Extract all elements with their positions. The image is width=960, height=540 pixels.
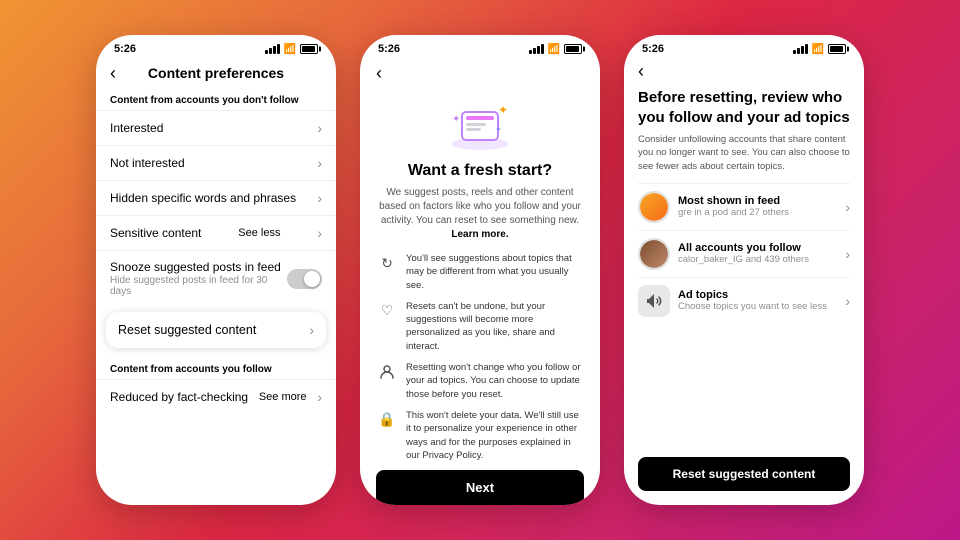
most-shown-info: Most shown in feed gre in a pod and 27 o… bbox=[678, 195, 837, 218]
heart-icon: ♡ bbox=[376, 300, 398, 322]
bullet-3: Resetting won't change who you follow or… bbox=[376, 361, 584, 401]
phone-2: 5:26 📶 ‹ ✦ ✦ ✦ Want a bbox=[360, 35, 600, 505]
back-button-3[interactable]: ‹ bbox=[638, 59, 850, 88]
row-most-shown[interactable]: Most shown in feed gre in a pod and 27 o… bbox=[638, 183, 850, 230]
back-button-2[interactable]: ‹ bbox=[376, 59, 382, 90]
fresh-start-illustration: ✦ ✦ ✦ bbox=[440, 94, 520, 154]
p2-main-title: Want a fresh start? bbox=[408, 162, 552, 180]
row-interested[interactable]: Interested › bbox=[96, 110, 336, 145]
status-icons-3: 📶 bbox=[793, 44, 846, 55]
person-icon bbox=[376, 361, 398, 383]
status-bar-3: 5:26 📶 bbox=[624, 35, 864, 59]
learn-more-link[interactable]: Learn more. bbox=[451, 229, 508, 240]
phone-1: 5:26 📶 ‹ Content preferences Content fro… bbox=[96, 35, 336, 505]
section2-title: Content from accounts you follow bbox=[96, 358, 336, 379]
row-reduced[interactable]: Reduced by fact-checking See more › bbox=[96, 379, 336, 414]
time-2: 5:26 bbox=[378, 43, 400, 55]
svg-text:✦: ✦ bbox=[498, 103, 508, 117]
svg-text:✦: ✦ bbox=[452, 114, 460, 125]
p3-main-title: Before resetting, review who you follow … bbox=[638, 88, 850, 127]
wifi-icon: 📶 bbox=[284, 44, 296, 55]
battery-icon bbox=[828, 44, 846, 54]
time-3: 5:26 bbox=[642, 43, 664, 55]
lock-icon: 🔒 bbox=[376, 409, 398, 431]
p3-description: Consider unfollowing accounts that share… bbox=[638, 133, 850, 173]
signal-icon bbox=[529, 44, 544, 54]
ad-topics-info: Ad topics Choose topics you want to see … bbox=[678, 289, 837, 312]
snooze-toggle[interactable] bbox=[287, 269, 322, 289]
battery-icon bbox=[564, 44, 582, 54]
row-sensitive[interactable]: Sensitive content See less › bbox=[96, 215, 336, 250]
ad-topics-icon bbox=[638, 285, 670, 317]
phone1-header: ‹ Content preferences bbox=[96, 59, 336, 89]
page-title-1: Content preferences bbox=[148, 65, 284, 81]
row-snooze[interactable]: Snooze suggested posts in feed Hide sugg… bbox=[96, 250, 336, 306]
status-bar-1: 5:26 📶 bbox=[96, 35, 336, 59]
next-button[interactable]: Next bbox=[376, 470, 584, 505]
status-bar-2: 5:26 📶 bbox=[360, 35, 600, 59]
bullet-text-1: You'll see suggestions about topics that… bbox=[406, 252, 584, 292]
time-1: 5:26 bbox=[114, 43, 136, 55]
avatar-most-shown bbox=[638, 191, 670, 223]
phone1-content: ‹ Content preferences Content from accou… bbox=[96, 59, 336, 505]
row-all-accounts[interactable]: All accounts you follow calor_baker_IG a… bbox=[638, 230, 850, 277]
row-not-interested[interactable]: Not interested › bbox=[96, 145, 336, 180]
chevron-icon: › bbox=[317, 389, 322, 405]
bullet-4: 🔒 This won't delete your data. We'll sti… bbox=[376, 409, 584, 462]
chevron-icon: › bbox=[845, 199, 850, 215]
ad-topics-sub: Choose topics you want to see less bbox=[678, 301, 837, 312]
svg-text:✦: ✦ bbox=[495, 125, 502, 134]
see-less-link[interactable]: See less bbox=[238, 227, 280, 239]
phone2-body: ‹ ✦ ✦ ✦ Want a fresh start? We suggest p… bbox=[360, 59, 600, 505]
back-button-1[interactable]: ‹ bbox=[110, 63, 116, 84]
wifi-icon: 📶 bbox=[812, 44, 824, 55]
reset-button[interactable]: Reset suggested content bbox=[638, 457, 850, 491]
chevron-icon: › bbox=[309, 322, 314, 338]
phone3-body: ‹ Before resetting, review who you follo… bbox=[624, 59, 864, 505]
see-more-link[interactable]: See more bbox=[259, 391, 307, 403]
all-accounts-title: All accounts you follow bbox=[678, 242, 837, 254]
status-icons-2: 📶 bbox=[529, 44, 582, 55]
wifi-icon: 📶 bbox=[548, 44, 560, 55]
bullet-2: ♡ Resets can't be undone, but your sugge… bbox=[376, 300, 584, 353]
bullet-text-4: This won't delete your data. We'll still… bbox=[406, 409, 584, 462]
avatar-all-accounts bbox=[638, 238, 670, 270]
bullet-text-2: Resets can't be undone, but your suggest… bbox=[406, 300, 584, 353]
chevron-icon: › bbox=[845, 246, 850, 262]
battery-icon bbox=[300, 44, 318, 54]
bullet-text-3: Resetting won't change who you follow or… bbox=[406, 361, 584, 401]
ad-topics-title: Ad topics bbox=[678, 289, 837, 301]
section1-title: Content from accounts you don't follow bbox=[96, 89, 336, 110]
row-ad-topics[interactable]: Ad topics Choose topics you want to see … bbox=[638, 277, 850, 324]
reset-suggested-row[interactable]: Reset suggested content › bbox=[106, 312, 326, 348]
most-shown-title: Most shown in feed bbox=[678, 195, 837, 207]
chevron-icon: › bbox=[317, 120, 322, 136]
reset-suggested-label: Reset suggested content bbox=[118, 323, 256, 337]
most-shown-sub: gre in a pod and 27 others bbox=[678, 207, 837, 218]
all-accounts-info: All accounts you follow calor_baker_IG a… bbox=[678, 242, 837, 265]
row-hidden[interactable]: Hidden specific words and phrases › bbox=[96, 180, 336, 215]
signal-icon bbox=[793, 44, 808, 54]
chevron-icon: › bbox=[317, 155, 322, 171]
signal-icon bbox=[265, 44, 280, 54]
all-accounts-sub: calor_baker_IG and 439 others bbox=[678, 254, 837, 265]
status-icons-1: 📶 bbox=[265, 44, 318, 55]
chevron-icon: › bbox=[317, 225, 322, 241]
bullet-1: ↻ You'll see suggestions about topics th… bbox=[376, 252, 584, 292]
phone-3: 5:26 📶 ‹ Before resetting, review who yo… bbox=[624, 35, 864, 505]
chevron-icon: › bbox=[317, 190, 322, 206]
p2-description: We suggest posts, reels and other conten… bbox=[376, 186, 584, 242]
chevron-icon: › bbox=[845, 293, 850, 309]
refresh-icon: ↻ bbox=[376, 252, 398, 274]
